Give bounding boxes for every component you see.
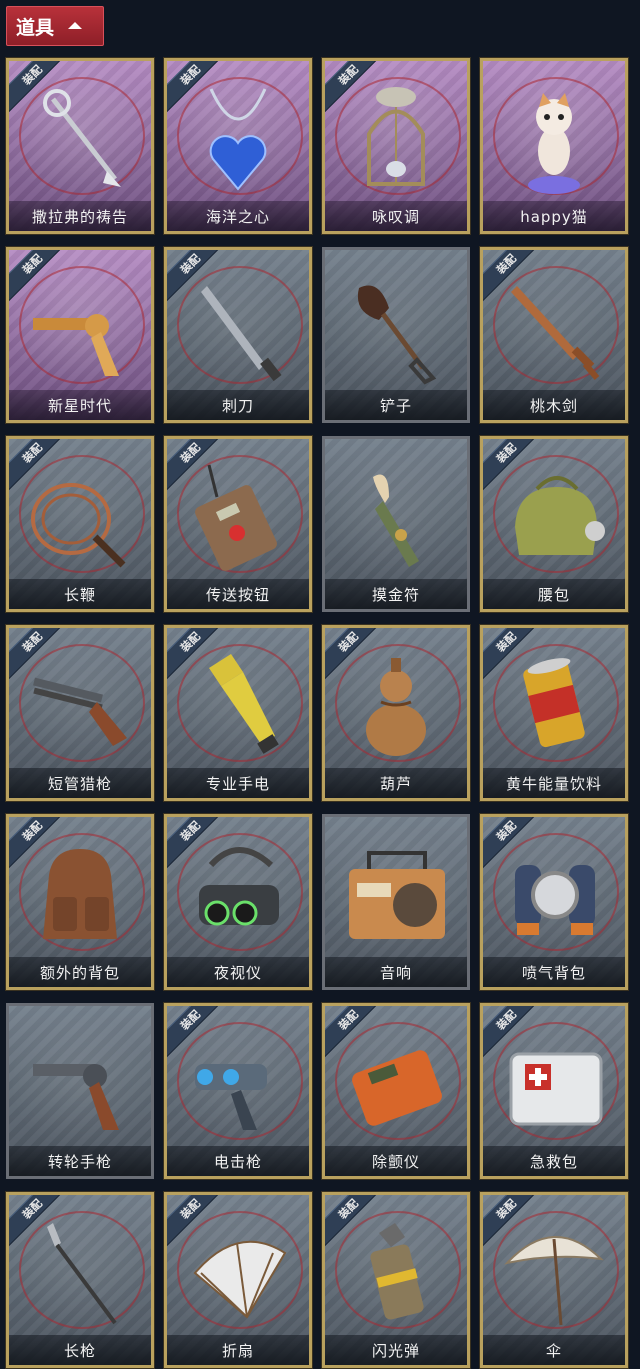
item-card[interactable]: 装配 长枪 bbox=[6, 1192, 154, 1368]
item-name: 转轮手枪 bbox=[9, 1146, 151, 1176]
flashbang-icon bbox=[370, 1223, 424, 1320]
item-card[interactable]: 装配 喷气背包 bbox=[480, 814, 628, 990]
item-name: 海洋之心 bbox=[167, 201, 309, 231]
flashlight-icon bbox=[209, 654, 279, 754]
item-name: 额外的背包 bbox=[9, 957, 151, 987]
amulet-claw-icon bbox=[373, 474, 419, 567]
chevron-up-icon bbox=[68, 21, 83, 29]
revolver-icon bbox=[33, 1064, 119, 1130]
item-card[interactable]: 转轮手枪 bbox=[6, 1003, 154, 1179]
item-card[interactable]: 摸金符 bbox=[322, 436, 470, 612]
item-name: 长鞭 bbox=[9, 579, 151, 609]
item-name: 短管猎枪 bbox=[9, 768, 151, 798]
scepter-icon bbox=[43, 89, 121, 187]
item-name: 专业手电 bbox=[167, 768, 309, 798]
defibrillator-icon bbox=[352, 1050, 442, 1126]
item-name: 电击枪 bbox=[167, 1146, 309, 1176]
spear-icon bbox=[47, 1223, 117, 1325]
gourd-icon bbox=[366, 658, 426, 756]
cat-figurine-icon bbox=[528, 93, 580, 194]
item-name: 折扇 bbox=[167, 1335, 309, 1365]
item-card[interactable]: 铲子 bbox=[322, 247, 470, 423]
jetpack-icon bbox=[515, 865, 595, 935]
item-name: 音响 bbox=[325, 957, 467, 987]
umbrella-icon bbox=[504, 1236, 604, 1326]
night-vision-icon bbox=[199, 847, 279, 926]
item-card[interactable]: 装配 夜视仪 bbox=[164, 814, 312, 990]
revolver-gold-icon bbox=[33, 314, 119, 376]
item-card[interactable]: 装配 海洋之心 bbox=[164, 58, 312, 234]
item-card[interactable]: 装配 专业手电 bbox=[164, 625, 312, 801]
item-name: 铲子 bbox=[325, 390, 467, 420]
waist-bag-icon bbox=[515, 476, 605, 555]
item-grid: 装配 撒拉弗的祷告 装配 海洋之心 装配 咏叹调 happy猫装配 新星时代 装配 刺刀 铲子 装配桃… bbox=[6, 58, 628, 1368]
item-card[interactable]: 装配 长鞭 bbox=[6, 436, 154, 612]
item-name: 夜视仪 bbox=[167, 957, 309, 987]
item-name: 黄牛能量饮料 bbox=[483, 768, 625, 798]
item-card[interactable]: 装配 桃木剑 bbox=[480, 247, 628, 423]
item-name: 长枪 bbox=[9, 1335, 151, 1365]
item-name: 喷气背包 bbox=[483, 957, 625, 987]
item-card[interactable]: 装配 腰包 bbox=[480, 436, 628, 612]
item-card[interactable]: 装配 额外的背包 bbox=[6, 814, 154, 990]
item-name: 腰包 bbox=[483, 579, 625, 609]
energy-drink-icon bbox=[523, 658, 585, 748]
item-card[interactable]: 装配 黄牛能量饮料 bbox=[480, 625, 628, 801]
item-name: 急救包 bbox=[483, 1146, 625, 1176]
item-card[interactable]: 装配 闪光弹 bbox=[322, 1192, 470, 1368]
item-card[interactable]: 装配伞 bbox=[480, 1192, 628, 1368]
item-name: happy猫 bbox=[483, 201, 625, 231]
item-name: 摸金符 bbox=[325, 579, 467, 609]
item-name: 咏叹调 bbox=[325, 201, 467, 231]
item-card[interactable]: 装配 折扇 bbox=[164, 1192, 312, 1368]
item-card[interactable]: 装配 撒拉弗的祷告 bbox=[6, 58, 154, 234]
item-name: 刺刀 bbox=[167, 390, 309, 420]
item-name: 葫芦 bbox=[325, 768, 467, 798]
whip-icon bbox=[31, 483, 126, 568]
item-name: 传送按钮 bbox=[167, 579, 309, 609]
item-card[interactable]: 装配 传送按钮 bbox=[164, 436, 312, 612]
item-card[interactable]: happy猫 bbox=[480, 58, 628, 234]
folding-fan-icon bbox=[193, 1240, 287, 1319]
bayonet-icon bbox=[201, 286, 282, 382]
shovel-icon bbox=[357, 285, 437, 385]
item-card[interactable]: 装配 除颤仪 bbox=[322, 1003, 470, 1179]
item-name: 撒拉弗的祷告 bbox=[9, 201, 151, 231]
radio-speaker-icon bbox=[349, 851, 445, 939]
first-aid-kit-icon bbox=[509, 1052, 603, 1126]
item-card[interactable]: 装配 短管猎枪 bbox=[6, 625, 154, 801]
heart-necklace-icon bbox=[209, 88, 267, 191]
item-card[interactable]: 装配 刺刀 bbox=[164, 247, 312, 423]
item-name: 除颤仪 bbox=[325, 1146, 467, 1176]
item-name: 新星时代 bbox=[9, 390, 151, 420]
backpack-icon bbox=[43, 849, 117, 939]
item-card[interactable]: 装配 电击枪 bbox=[164, 1003, 312, 1179]
shock-gun-icon bbox=[195, 1064, 267, 1130]
items-category-tab[interactable]: 道具 bbox=[6, 6, 104, 46]
item-name: 伞 bbox=[483, 1335, 625, 1365]
item-card[interactable]: 装配 新星时代 bbox=[6, 247, 154, 423]
teleport-remote-icon bbox=[195, 464, 277, 571]
wooden-sword-icon bbox=[511, 286, 600, 380]
item-card[interactable]: 音响 bbox=[322, 814, 470, 990]
item-card[interactable]: 装配 急救包 bbox=[480, 1003, 628, 1179]
item-card[interactable]: 装配 葫芦 bbox=[322, 625, 470, 801]
shotgun-icon bbox=[33, 677, 127, 746]
item-card[interactable]: 装配 咏叹调 bbox=[322, 58, 470, 234]
category-title: 道具 bbox=[16, 16, 55, 39]
item-name: 桃木剑 bbox=[483, 390, 625, 420]
birdcage-icon bbox=[367, 87, 425, 186]
item-name: 闪光弹 bbox=[325, 1335, 467, 1365]
